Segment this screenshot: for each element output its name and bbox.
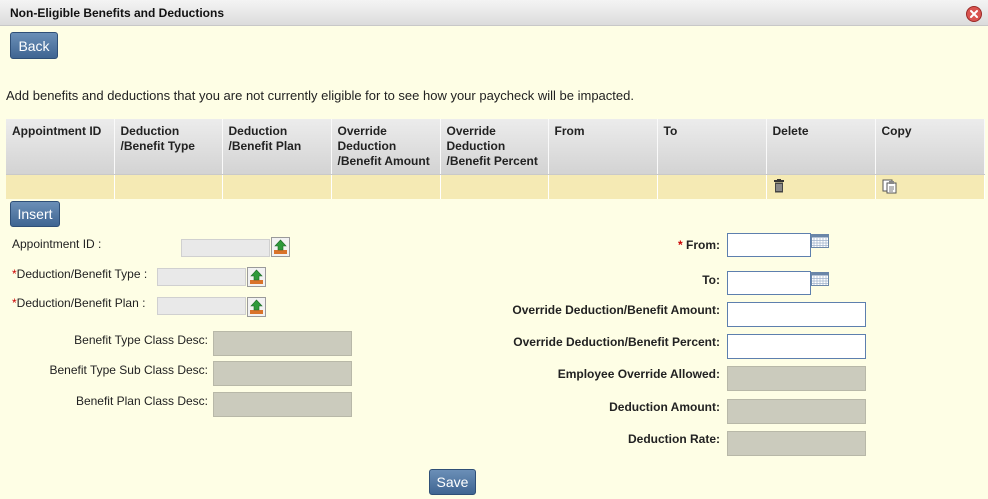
header-label: Deduction <box>228 124 288 138</box>
from-label-text: From: <box>686 238 720 252</box>
appointment-id-label: Appointment ID : <box>12 237 102 251</box>
cell-to <box>657 174 767 199</box>
header-to[interactable]: To <box>657 119 767 175</box>
save-button[interactable]: Save <box>429 469 476 495</box>
lookup-icon[interactable] <box>247 297 266 317</box>
header-benefit-plan[interactable]: Deduction/Benefit Plan <box>222 119 332 175</box>
cell-override-amount <box>331 174 441 199</box>
override-amount-input[interactable] <box>727 302 866 327</box>
benefit-plan-label: *Deduction/Benefit Plan : <box>12 296 145 310</box>
benefit-type-label-text: Deduction/Benefit Type : <box>16 267 148 281</box>
header-from[interactable]: From <box>548 119 658 175</box>
deduction-rate-label: Deduction Rate: <box>627 432 720 446</box>
plan-class-desc-field <box>213 392 352 417</box>
cell-appointment-id <box>6 174 115 199</box>
override-amount-label: Override Deduction/Benefit Amount: <box>512 303 720 317</box>
employee-override-field <box>727 366 866 391</box>
header-label: From <box>554 124 585 138</box>
title-bar: Non-Eligible Benefits and Deductions <box>0 0 988 26</box>
header-label: Deduction <box>337 139 397 153</box>
trash-icon[interactable] <box>773 179 785 198</box>
header-label: To <box>663 124 678 138</box>
override-percent-label: Override Deduction/Benefit Percent: <box>513 335 720 349</box>
type-class-desc-field <box>213 331 352 356</box>
to-label: To: <box>702 273 720 287</box>
deduction-rate-field <box>727 431 866 456</box>
close-icon[interactable] <box>966 6 982 22</box>
to-date-input[interactable] <box>727 271 811 295</box>
header-label: Override <box>446 124 496 138</box>
header-label: /Benefit Amount <box>337 154 430 168</box>
deduction-amount-field <box>727 399 866 424</box>
from-date-input[interactable] <box>727 233 811 257</box>
benefit-type-field[interactable] <box>157 268 246 286</box>
header-label: /Benefit Type <box>120 139 195 153</box>
header-copy: Copy <box>875 119 985 175</box>
header-benefit-type[interactable]: Deduction/Benefit Type <box>114 119 223 175</box>
benefits-table: Appointment ID Deduction/Benefit Type De… <box>6 119 985 199</box>
plan-class-desc-label: Benefit Plan Class Desc: <box>75 394 208 408</box>
header-label: Copy <box>881 124 912 138</box>
header-label: Delete <box>772 124 809 138</box>
calendar-icon[interactable] <box>811 272 829 286</box>
lookup-icon[interactable] <box>271 237 290 257</box>
from-label: * From: <box>678 238 720 252</box>
type-subclass-desc-field <box>213 361 352 386</box>
header-override-percent[interactable]: Override Deduction/Benefit Percent <box>440 119 549 175</box>
insert-button[interactable]: Insert <box>10 201 60 227</box>
employee-override-label: Employee Override Allowed: <box>557 367 720 381</box>
cell-copy <box>875 174 985 199</box>
header-label: Deduction <box>120 124 180 138</box>
header-appointment-id[interactable]: Appointment ID <box>6 119 115 175</box>
header-label: Deduction <box>446 139 506 153</box>
calendar-icon[interactable] <box>811 234 829 248</box>
appointment-id-field[interactable] <box>181 239 270 257</box>
cell-benefit-plan <box>222 174 332 199</box>
back-button[interactable]: Back <box>10 32 58 59</box>
cell-from <box>548 174 658 199</box>
deduction-amount-label: Deduction Amount: <box>609 400 720 414</box>
header-override-amount[interactable]: Override Deduction/Benefit Amount <box>331 119 441 175</box>
window-title: Non-Eligible Benefits and Deductions <box>10 6 225 20</box>
type-class-desc-label: Benefit Type Class Desc: <box>74 333 208 347</box>
benefit-plan-field[interactable] <box>157 297 246 315</box>
header-label: /Benefit Percent <box>446 154 538 168</box>
copy-icon[interactable] <box>882 178 898 199</box>
lookup-icon[interactable] <box>247 267 266 287</box>
header-delete: Delete <box>766 119 876 175</box>
cell-delete <box>766 174 876 199</box>
header-label: Override <box>337 124 387 138</box>
benefit-plan-label-text: Deduction/Benefit Plan : <box>16 296 146 310</box>
header-label: Appointment ID <box>12 124 102 138</box>
table-header-row: Appointment ID Deduction/Benefit Type De… <box>6 119 985 175</box>
table-row[interactable] <box>6 174 985 199</box>
header-label: /Benefit Plan <box>228 139 302 153</box>
required-mark: * <box>677 238 683 252</box>
benefit-type-label: *Deduction/Benefit Type : <box>12 267 147 281</box>
type-subclass-desc-label: Benefit Type Sub Class Desc: <box>49 363 208 377</box>
override-percent-input[interactable] <box>727 334 866 359</box>
cell-override-percent <box>440 174 549 199</box>
cell-benefit-type <box>114 174 223 199</box>
intro-text: Add benefits and deductions that you are… <box>6 88 634 103</box>
